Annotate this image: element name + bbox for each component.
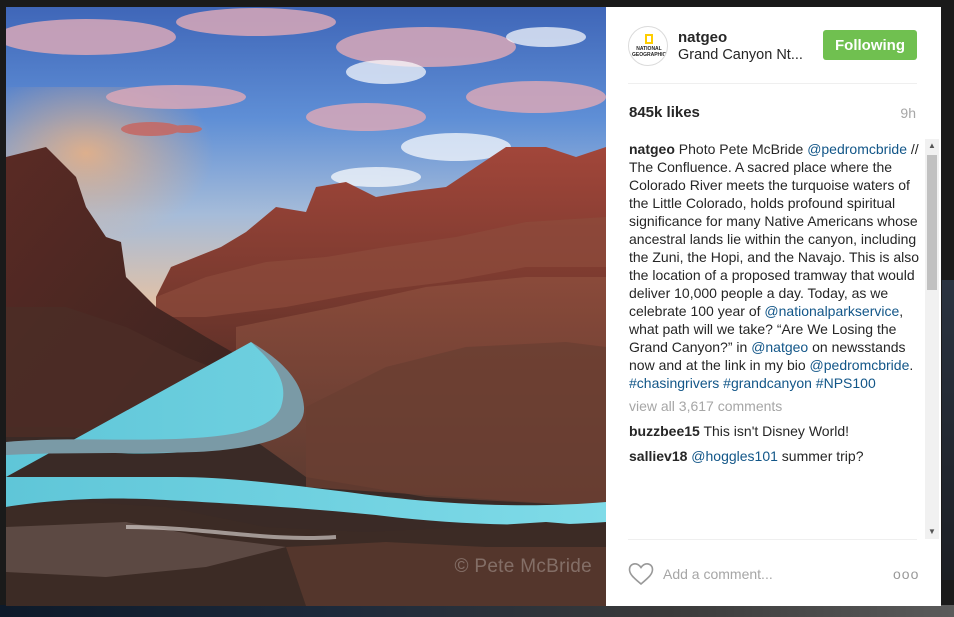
hashtag-link[interactable]: #chasingrivers bbox=[629, 375, 719, 391]
post-time[interactable]: 9h bbox=[900, 105, 916, 121]
feed-preview-strip bbox=[0, 605, 954, 617]
hashtag-link[interactable]: #NPS100 bbox=[816, 375, 876, 391]
mention-link[interactable]: @hoggles101 bbox=[691, 448, 778, 464]
mention-link[interactable]: @nationalparkservice bbox=[764, 303, 899, 319]
mention-link[interactable]: @pedromcbride bbox=[807, 141, 907, 157]
post-footer: ooo bbox=[628, 539, 918, 606]
comment-text: summer trip? bbox=[781, 448, 864, 464]
mention-link[interactable]: @pedromcbride bbox=[810, 357, 910, 373]
post-username[interactable]: natgeo bbox=[678, 29, 727, 46]
comments-scrollbar[interactable]: ▲ ▼ bbox=[925, 139, 939, 539]
view-all-comments-link[interactable]: view all 3,617 comments bbox=[629, 398, 919, 414]
scroll-up-icon[interactable]: ▲ bbox=[925, 139, 939, 153]
post-side-panel: NATIONAL GEOGRAPHIC natgeo Grand Canyon … bbox=[606, 7, 941, 606]
next-post-preview bbox=[942, 280, 954, 580]
following-button[interactable]: Following bbox=[823, 30, 917, 60]
avatar-logo-text: NATIONAL GEOGRAPHIC bbox=[632, 46, 667, 58]
scroll-down-icon[interactable]: ▼ bbox=[925, 525, 939, 539]
grand-canyon-photo bbox=[6, 7, 606, 606]
caption-text: Photo Pete McBride bbox=[674, 141, 808, 157]
post-photo[interactable]: © Pete McBride bbox=[6, 7, 606, 606]
post-caption: natgeo Photo Pete McBride @pedromcbride … bbox=[629, 140, 919, 392]
comment-author[interactable]: salliev18 bbox=[629, 448, 687, 464]
likes-count[interactable]: 845k likes bbox=[629, 104, 700, 121]
comment-item: buzzbee15 This isn't Disney World! bbox=[629, 422, 919, 440]
add-comment-input[interactable] bbox=[663, 562, 873, 586]
photo-watermark: © Pete McBride bbox=[454, 556, 592, 577]
caption-author[interactable]: natgeo bbox=[629, 141, 675, 157]
heart-icon[interactable] bbox=[628, 562, 654, 586]
comment-item: salliev18 @hoggles101 summer trip? bbox=[629, 447, 919, 465]
scrollbar-thumb[interactable] bbox=[927, 155, 937, 290]
more-options-icon[interactable]: ooo bbox=[893, 564, 918, 584]
post-header: NATIONAL GEOGRAPHIC natgeo Grand Canyon … bbox=[628, 7, 917, 84]
caption-text: // The Confluence. A sacred place where … bbox=[629, 141, 919, 319]
comment-text: This isn't Disney World! bbox=[703, 423, 850, 439]
hashtag-link[interactable]: #grandcanyon bbox=[723, 375, 812, 391]
natgeo-logo-icon bbox=[645, 34, 653, 44]
mention-link[interactable]: @natgeo bbox=[751, 339, 808, 355]
comments-list: natgeo Photo Pete McBride @pedromcbride … bbox=[629, 140, 919, 540]
caption-text: . bbox=[909, 357, 914, 373]
post-modal: © Pete McBride NATIONAL GEOGRAPHIC natge… bbox=[6, 7, 941, 606]
post-location[interactable]: Grand Canyon Nt... bbox=[678, 47, 803, 63]
natgeo-avatar[interactable]: NATIONAL GEOGRAPHIC bbox=[628, 26, 668, 66]
comment-author[interactable]: buzzbee15 bbox=[629, 423, 700, 439]
